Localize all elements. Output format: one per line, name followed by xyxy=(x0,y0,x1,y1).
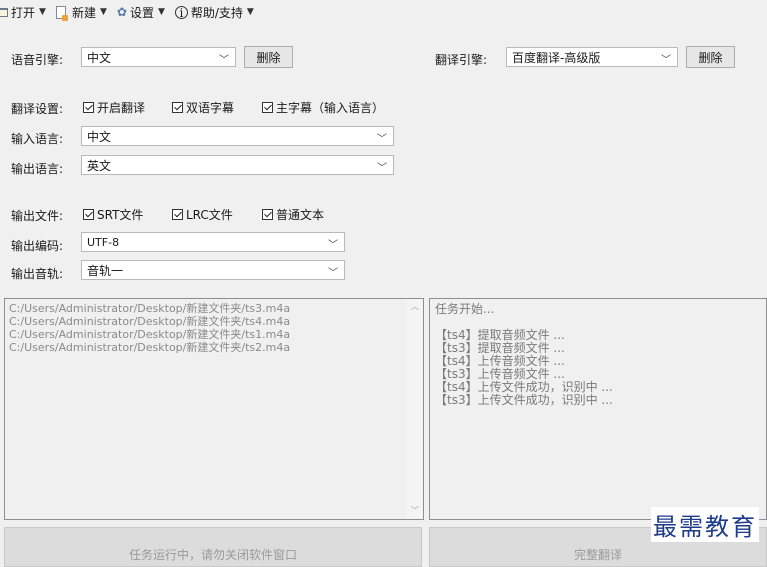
list-item: C:/Users/Administrator/Desktop/新建文件夹/ts4… xyxy=(9,315,291,328)
file-list: C:/Users/Administrator/Desktop/新建文件夹/ts3… xyxy=(5,299,423,357)
output-encoding-label: 输出编码: xyxy=(11,239,64,253)
bilingual-subtitle-text: 双语字幕 xyxy=(186,101,235,115)
checkbox-checked-icon xyxy=(172,209,183,220)
output-track-label: 输出音轨: xyxy=(11,267,64,281)
input-language-value: 中文 xyxy=(87,129,112,144)
translate-engine-value: 百度翻译-高级版 xyxy=(512,50,601,65)
speech-engine-select[interactable]: 中文 ﹀ xyxy=(81,47,236,67)
output-track-select[interactable]: 音轨一 ﹀ xyxy=(81,260,345,280)
output-encoding-select[interactable]: UTF-8 ﹀ xyxy=(81,232,345,252)
chevron-down-icon: ﹀ xyxy=(661,55,671,66)
vertical-scrollbar[interactable]: ︿ ﹀ xyxy=(407,299,423,519)
output-language-value: 英文 xyxy=(87,158,112,173)
translate-settings-label: 翻译设置: xyxy=(11,102,64,116)
file-list-panel[interactable]: C:/Users/Administrator/Desktop/新建文件夹/ts3… xyxy=(4,298,424,520)
chevron-down-icon: ▼ xyxy=(157,7,165,17)
output-encoding-value: UTF-8 xyxy=(87,235,120,249)
srt-file-text: SRT文件 xyxy=(97,208,144,222)
list-item: C:/Users/Administrator/Desktop/新建文件夹/ts2… xyxy=(9,341,291,354)
checkbox-checked-icon xyxy=(83,209,94,220)
log-panel[interactable]: 任务开始... 【ts4】提取音频文件 ... 【ts3】提取音频文件 ... … xyxy=(429,298,767,520)
speech-engine-delete-button[interactable]: 删除 xyxy=(244,46,293,68)
log-content: 任务开始... 【ts4】提取音频文件 ... 【ts3】提取音频文件 ... … xyxy=(430,299,766,411)
speech-engine-value: 中文 xyxy=(87,50,112,65)
gear-icon: ✿ xyxy=(116,5,127,19)
checkbox-checked-icon xyxy=(172,102,183,113)
plain-text-checkbox[interactable]: 普通文本 xyxy=(262,206,324,223)
srt-file-checkbox[interactable]: SRT文件 xyxy=(83,206,143,223)
new-document-icon xyxy=(55,5,68,21)
chevron-down-icon: ﹀ xyxy=(377,134,387,145)
menu-new[interactable]: 新建 ▼ xyxy=(55,1,111,23)
input-language-select[interactable]: 中文 ﹀ xyxy=(81,126,394,146)
checkbox-checked-icon xyxy=(83,102,94,113)
lrc-file-text: LRC文件 xyxy=(186,208,233,222)
bilingual-subtitle-checkbox[interactable]: 双语字幕 xyxy=(172,99,234,116)
lrc-file-checkbox[interactable]: LRC文件 xyxy=(172,206,233,223)
task-running-label: 任务运行中，请勿关闭软件窗口 xyxy=(128,548,297,562)
main-subtitle-checkbox[interactable]: 主字幕（输入语言） xyxy=(262,99,384,116)
menu-open-label: 打开 xyxy=(11,5,36,20)
translate-engine-delete-button[interactable]: 删除 xyxy=(686,46,735,68)
folder-icon xyxy=(0,7,8,17)
menu-help[interactable]: i 帮助/支持 ▼ xyxy=(174,1,258,23)
translate-engine-delete-label: 删除 xyxy=(698,50,723,65)
scroll-down-icon[interactable]: ﹀ xyxy=(407,503,423,519)
checkbox-checked-icon xyxy=(262,102,273,113)
info-icon: i xyxy=(174,5,188,19)
speech-engine-label: 语音引擎: xyxy=(11,53,64,67)
output-language-label: 输出语言: xyxy=(11,162,64,176)
log-line: 【ts3】上传文件成功，识别中 ... xyxy=(435,393,613,407)
chevron-down-icon: ▼ xyxy=(246,7,254,17)
input-language-label: 输入语言: xyxy=(11,132,64,146)
chevron-down-icon: ﹀ xyxy=(219,55,229,66)
translate-engine-label: 翻译引擎: xyxy=(435,53,488,67)
menu-settings[interactable]: ✿ 设置 ▼ xyxy=(117,1,169,23)
chevron-down-icon: ▼ xyxy=(99,7,107,17)
chevron-down-icon: ﹀ xyxy=(377,163,387,174)
list-item: C:/Users/Administrator/Desktop/新建文件夹/ts3… xyxy=(9,302,291,315)
menu-new-label: 新建 xyxy=(71,5,96,20)
chevron-down-icon: ﹀ xyxy=(328,268,338,279)
scroll-up-icon[interactable]: ︿ xyxy=(407,299,423,315)
task-running-button[interactable]: 任务运行中，请勿关闭软件窗口 xyxy=(4,527,422,567)
enable-translate-checkbox[interactable]: 开启翻译 xyxy=(83,99,145,116)
watermark-logo: 最需教育 xyxy=(651,507,759,542)
menu-open[interactable]: 打开 ▼ xyxy=(0,1,50,23)
chevron-down-icon: ﹀ xyxy=(328,240,338,251)
enable-translate-text: 开启翻译 xyxy=(97,101,146,115)
menubar: 打开 ▼ 新建 ▼ ✿ 设置 ▼ i 帮助/支持 ▼ xyxy=(0,0,767,24)
log-header: 任务开始... xyxy=(435,302,495,316)
menu-help-label: 帮助/支持 xyxy=(190,5,243,20)
list-item: C:/Users/Administrator/Desktop/新建文件夹/ts1… xyxy=(9,328,291,341)
output-track-value: 音轨一 xyxy=(87,263,124,278)
menu-settings-label: 设置 xyxy=(129,5,154,20)
output-files-label: 输出文件: xyxy=(11,209,64,223)
complete-translate-label: 完整翻译 xyxy=(573,548,622,562)
speech-engine-delete-label: 删除 xyxy=(256,50,281,65)
checkbox-checked-icon xyxy=(262,209,273,220)
plain-text-text: 普通文本 xyxy=(276,208,325,222)
chevron-down-icon: ▼ xyxy=(39,7,46,17)
output-language-select[interactable]: 英文 ﹀ xyxy=(81,155,394,175)
translate-engine-select[interactable]: 百度翻译-高级版 ﹀ xyxy=(506,47,678,67)
main-subtitle-text: 主字幕（输入语言） xyxy=(276,101,385,115)
